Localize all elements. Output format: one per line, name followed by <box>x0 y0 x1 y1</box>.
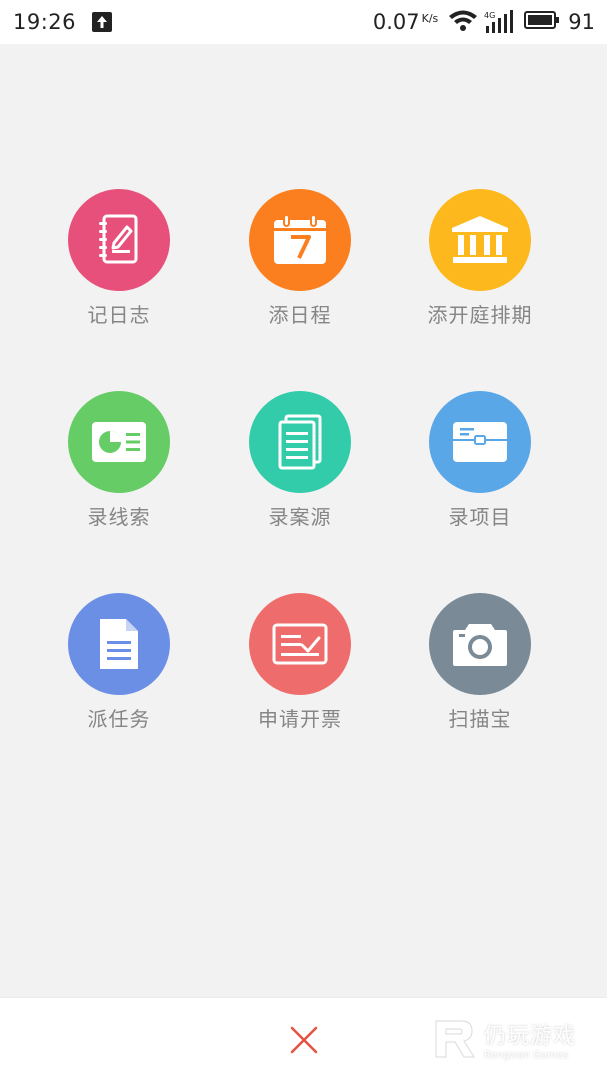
file-icon <box>100 619 138 669</box>
record-lead-circle <box>68 391 170 493</box>
action-label: 添开庭排期 <box>427 303 533 327</box>
close-button[interactable] <box>284 1020 324 1060</box>
action-record-case-source[interactable]: 录案源 <box>210 391 390 530</box>
record-case-source-circle <box>249 391 351 493</box>
courthouse-icon <box>452 216 508 263</box>
add-court-schedule-circle <box>429 189 531 291</box>
cell-signal-icon: 4G <box>484 10 514 34</box>
watermark: 仍玩游戏 Rengwan Games <box>432 1014 602 1064</box>
battery-icon <box>524 10 560 34</box>
upload-notification-icon <box>92 12 113 32</box>
id-card-icon <box>92 422 146 462</box>
battery-level: 91 <box>568 10 595 34</box>
invoice-check-icon <box>272 623 328 665</box>
action-write-log[interactable]: 记日志 <box>29 189 209 328</box>
record-project-circle <box>429 391 531 493</box>
action-label: 扫描宝 <box>448 707 512 731</box>
watermark-logo-icon <box>435 1020 475 1058</box>
action-label: 添日程 <box>268 303 332 327</box>
watermark-title: 仍玩游戏 <box>484 1023 577 1049</box>
status-bar: 19:26 0.07 K/s 4G 91 <box>0 0 607 44</box>
close-icon <box>290 1026 318 1054</box>
status-right: 0.07 K/s 4G 91 <box>373 9 595 35</box>
action-record-project[interactable]: 录项目 <box>390 391 570 530</box>
action-label: 申请开票 <box>258 707 342 731</box>
action-label: 派任务 <box>87 707 151 731</box>
network-speed-unit: K/s <box>421 11 439 25</box>
calendar-icon <box>274 214 326 264</box>
action-record-lead[interactable]: 录线索 <box>29 391 209 530</box>
watermark-subtitle: Rengwan Games <box>484 1049 569 1061</box>
network-speed: 0.07 <box>372 10 420 34</box>
action-scanner[interactable]: 扫描宝 <box>390 593 570 732</box>
action-label: 记日志 <box>87 303 151 327</box>
action-request-invoice[interactable]: 申请开票 <box>210 593 390 732</box>
action-label: 录项目 <box>448 505 512 529</box>
assign-task-circle <box>68 593 170 695</box>
watermark-text: 仍玩游戏 Rengwan Games <box>484 1018 576 1061</box>
add-schedule-circle <box>249 189 351 291</box>
bottom-bar: 仍玩游戏 Rengwan Games <box>0 997 607 1081</box>
network-type-label: 4G <box>484 11 495 20</box>
wifi-icon <box>448 9 478 35</box>
briefcase-icon <box>453 422 507 462</box>
action-add-court-schedule[interactable]: 添开庭排期 <box>390 189 570 328</box>
camera-icon <box>453 624 507 666</box>
action-label: 录线索 <box>87 505 151 529</box>
status-time: 19:26 <box>13 10 77 34</box>
action-assign-task[interactable]: 派任务 <box>29 593 209 732</box>
action-add-schedule[interactable]: 添日程 <box>210 189 390 328</box>
request-invoice-circle <box>249 593 351 695</box>
write-log-circle <box>68 189 170 291</box>
action-label: 录案源 <box>268 505 332 529</box>
notebook-pen-icon <box>99 214 138 264</box>
scanner-circle <box>429 593 531 695</box>
document-stack-icon <box>278 414 322 470</box>
